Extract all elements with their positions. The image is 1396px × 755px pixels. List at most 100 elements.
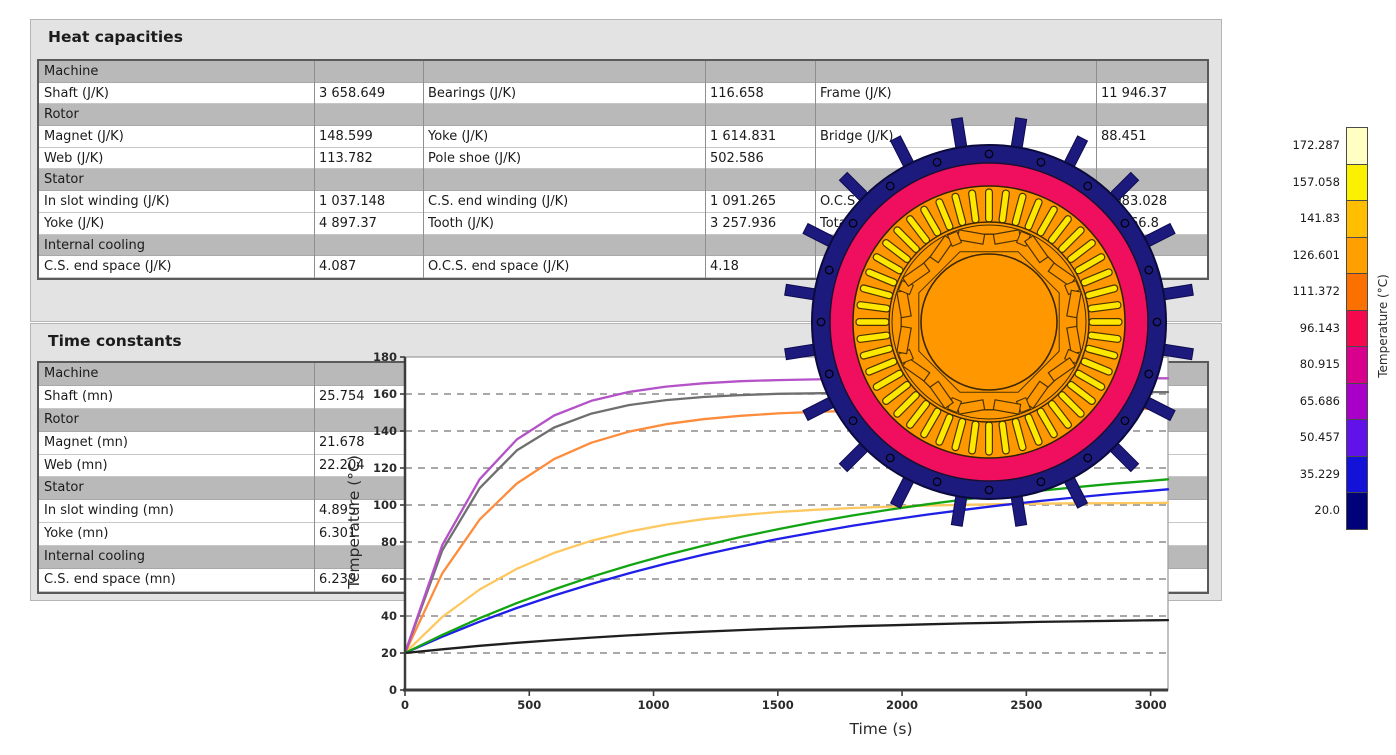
cell-label: Web (mn) <box>39 455 314 477</box>
cell-label: In slot winding (mn) <box>39 500 314 522</box>
y-tick-label: 20 <box>381 646 397 660</box>
y-tick-label: 0 <box>389 683 397 697</box>
cell-label: Tooth (J/K) <box>423 213 705 234</box>
cell-label <box>423 61 705 82</box>
cell-label: Magnet (mn) <box>39 432 314 454</box>
heat-capacities-title: Heat capacities <box>31 20 1221 46</box>
y-tick-label: 120 <box>373 461 397 475</box>
cell-value <box>314 169 423 190</box>
cell-label: Internal cooling <box>39 235 314 256</box>
x-tick-label: 500 <box>517 698 541 712</box>
cell-label: Yoke (mn) <box>39 523 314 545</box>
stator-slot <box>986 422 993 455</box>
cell-value: 11 946.37 <box>1096 83 1207 104</box>
cell-value: 148.599 <box>314 126 423 147</box>
cell-value: 4.087 <box>314 256 423 277</box>
cell-label: Frame (J/K) <box>815 83 1096 104</box>
stator-slot <box>856 319 889 326</box>
cell-label: Web (J/K) <box>39 148 314 169</box>
stator-slot <box>1089 319 1122 326</box>
colorbar-segment <box>1346 237 1368 275</box>
cell-value <box>705 61 815 82</box>
colorbar-label: 65.686 <box>1256 383 1340 420</box>
y-tick-label: 100 <box>373 498 397 512</box>
x-axis-title: Time (s) <box>848 720 912 738</box>
cell-label: Machine <box>39 61 314 82</box>
cell-value: 3 658.649 <box>314 83 423 104</box>
x-tick-label: 2500 <box>1010 698 1042 712</box>
frame-hole <box>1153 318 1161 326</box>
cell-value: 4 897.37 <box>314 213 423 234</box>
y-tick-label: 60 <box>381 572 397 586</box>
y-tick-label: 180 <box>373 350 397 364</box>
cell-value <box>314 61 423 82</box>
frame-hole <box>817 318 825 326</box>
frame-hole <box>985 486 993 494</box>
colorbar-segment <box>1346 456 1368 494</box>
colorbar-segment <box>1346 492 1368 530</box>
cell-value: 116.658 <box>705 83 815 104</box>
table-row: Shaft (J/K)3 658.649Bearings (J/K)116.65… <box>39 83 1207 105</box>
cell-label: C.S. end space (mn) <box>39 569 314 591</box>
cell-label <box>423 235 705 256</box>
cell-label: Rotor <box>39 409 314 431</box>
cell-label: Yoke (J/K) <box>423 126 705 147</box>
column-divider <box>314 61 315 278</box>
colorbar-segment <box>1346 273 1368 311</box>
motor-cross-section-view[interactable] <box>774 107 1204 537</box>
x-tick-label: 0 <box>401 698 409 712</box>
cell-label: Pole shoe (J/K) <box>423 148 705 169</box>
colorbar-label: 80.915 <box>1256 346 1340 383</box>
frame-hole <box>985 150 993 158</box>
cell-label: C.S. end space (J/K) <box>39 256 314 277</box>
y-tick-label: 80 <box>381 535 397 549</box>
x-tick-label: 1000 <box>638 698 670 712</box>
cell-label: Stator <box>39 169 314 190</box>
x-tick-label: 1500 <box>762 698 794 712</box>
shaft <box>921 254 1057 390</box>
colorbar-label: 50.457 <box>1256 419 1340 456</box>
cell-label: Magnet (J/K) <box>39 126 314 147</box>
stator-slot <box>986 189 993 222</box>
cell-label: Shaft (J/K) <box>39 83 314 104</box>
column-divider <box>314 363 315 592</box>
y-tick-label: 40 <box>381 609 397 623</box>
y-tick-label: 140 <box>373 424 397 438</box>
colorbar-segment <box>1346 346 1368 384</box>
cell-value <box>1096 61 1207 82</box>
cell-label: C.S. end winding (J/K) <box>423 191 705 212</box>
colorbar-title: Temperature (°C) <box>1376 274 1390 378</box>
y-tick-label: 160 <box>373 387 397 401</box>
colorbar-label: 126.601 <box>1256 237 1340 274</box>
section-row: Machine <box>39 61 1207 83</box>
cell-label: O.C.S. end space (J/K) <box>423 256 705 277</box>
colorbar-label: 172.287 <box>1256 127 1340 164</box>
cell-label: Machine <box>39 363 314 385</box>
column-divider <box>705 61 706 278</box>
colorbar-segment <box>1346 164 1368 202</box>
colorbar-segment <box>1346 383 1368 421</box>
colorbar-label: 96.143 <box>1256 310 1340 347</box>
cell-label: Yoke (J/K) <box>39 213 314 234</box>
colorbar-segment <box>1346 419 1368 457</box>
cell-label: In slot winding (J/K) <box>39 191 314 212</box>
cell-label <box>423 169 705 190</box>
cell-label <box>815 61 1096 82</box>
column-divider <box>423 61 424 278</box>
cell-value: 1 037.148 <box>314 191 423 212</box>
colorbar-label: 141.83 <box>1256 200 1340 237</box>
colorbar-segment <box>1346 310 1368 348</box>
x-tick-label: 2000 <box>886 698 918 712</box>
cell-label <box>423 104 705 125</box>
cell-label: Bearings (J/K) <box>423 83 705 104</box>
cell-value <box>314 235 423 256</box>
colorbar-segment <box>1346 127 1368 165</box>
colorbar-label: 20.0 <box>1256 492 1340 529</box>
cell-label: Rotor <box>39 104 314 125</box>
colorbar-label: 157.058 <box>1256 164 1340 201</box>
x-tick-label: 3000 <box>1135 698 1167 712</box>
colorbar-label: 35.229 <box>1256 456 1340 493</box>
colorbar-label: 111.372 <box>1256 273 1340 310</box>
temperature-colorbar: 172.287157.058141.83126.601111.37296.143… <box>1256 121 1396 561</box>
cell-label: Shaft (mn) <box>39 386 314 408</box>
